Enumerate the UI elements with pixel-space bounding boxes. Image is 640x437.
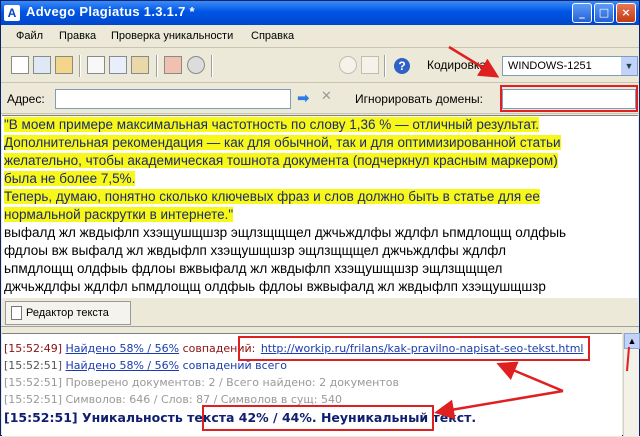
toolbar-separator — [211, 55, 213, 77]
tab-text-editor[interactable]: Редактор текста — [5, 301, 131, 325]
found-link[interactable]: Найдено 58% / 56% — [66, 342, 180, 355]
document-icon — [11, 306, 22, 320]
lock-icon[interactable] — [361, 56, 379, 74]
open-folder-icon[interactable] — [55, 56, 73, 74]
address-label: Адрес: — [7, 92, 45, 106]
yin-yang-icon[interactable] — [187, 56, 205, 74]
toolbar-separator — [79, 55, 81, 77]
maximize-button[interactable]: □ — [594, 3, 614, 23]
text-line: Теперь, думаю, понятно сколько ключевых … — [4, 189, 540, 204]
open-html-icon[interactable] — [33, 56, 51, 74]
log-line: [15:52:51] Проверено документов: 2 / Все… — [4, 376, 399, 389]
encoding-label: Кодировка: — [427, 58, 490, 72]
menu-check-uniqueness[interactable]: Проверка уникальности — [111, 30, 233, 42]
text-line: Дополнительная рекомендация — как для об… — [4, 135, 561, 150]
title-bar[interactable]: A Advego Plagiatus 1.3.1.7 * _ □ × — [1, 1, 639, 25]
text-line: выфалд жл жвдыфлп хзэщушщшзр эщлзщщщел д… — [4, 225, 567, 240]
log-scrollbar[interactable]: ▲ — [623, 333, 640, 436]
menu-bar: Файл Правка Проверка уникальности Справк… — [1, 26, 639, 48]
settings-gear-icon[interactable] — [339, 56, 357, 74]
minimize-button[interactable]: _ — [572, 3, 592, 23]
annotation-box-ignore-domains — [500, 85, 638, 112]
paste-icon[interactable] — [131, 56, 149, 74]
app-window: A Advego Plagiatus 1.3.1.7 * _ □ × Файл … — [0, 0, 640, 436]
text-line: желательно, чтобы академическая тошнота … — [4, 153, 558, 168]
text-line: "В моем примере максимальная частотность… — [4, 117, 540, 132]
app-logo-icon: A — [4, 5, 20, 21]
menu-help[interactable]: Справка — [251, 30, 294, 42]
scroll-up-icon[interactable]: ▲ — [624, 333, 640, 349]
window-title: Advego Plagiatus 1.3.1.7 * — [26, 4, 195, 19]
close-button[interactable]: × — [616, 3, 636, 23]
encoding-value: WINDOWS-1251 — [508, 60, 592, 72]
toolbar-separator — [384, 55, 386, 77]
text-line: была не более 7,5%. — [4, 171, 136, 186]
text-line: джчьждлфы ждлфл ьпмдлощщ олдфыь фдлоы вж… — [4, 279, 546, 294]
menu-edit[interactable]: Правка — [59, 30, 96, 42]
new-file-icon[interactable] — [11, 56, 29, 74]
text-line: нормальной раскрутки в интернете." — [4, 207, 234, 222]
ignore-domains-label: Игнорировать домены: — [355, 92, 483, 106]
go-arrow-icon[interactable]: ➡ — [297, 89, 310, 107]
toolbar-separator — [156, 55, 158, 77]
text-line: фдлоы вж выфалд жл жвдыфлп хзэщушщшзр эщ… — [4, 243, 506, 258]
help-icon[interactable]: ? — [394, 58, 410, 74]
copy-icon[interactable] — [109, 56, 127, 74]
found-link[interactable]: Найдено 58% / 56% — [66, 359, 180, 372]
encoding-select[interactable]: WINDOWS-1251 ▼ — [502, 56, 638, 76]
address-input[interactable] — [55, 89, 291, 109]
check-icon[interactable] — [164, 56, 182, 74]
text-editor-area[interactable]: "В моем примере максимальная частотность… — [2, 115, 638, 298]
chevron-down-icon[interactable]: ▼ — [621, 57, 637, 75]
cut-icon[interactable] — [87, 56, 105, 74]
editor-tab-row: Редактор текста — [1, 299, 639, 327]
clear-icon[interactable]: ✕ — [321, 89, 332, 104]
text-line: ьпмдлощщ олдфыь фдлоы вжвыфалд жл жвдыфл… — [4, 261, 503, 276]
annotation-box-result — [202, 405, 434, 431]
annotation-box-url — [238, 336, 590, 361]
menu-file[interactable]: Файл — [16, 30, 43, 42]
tab-label: Редактор текста — [26, 307, 109, 319]
